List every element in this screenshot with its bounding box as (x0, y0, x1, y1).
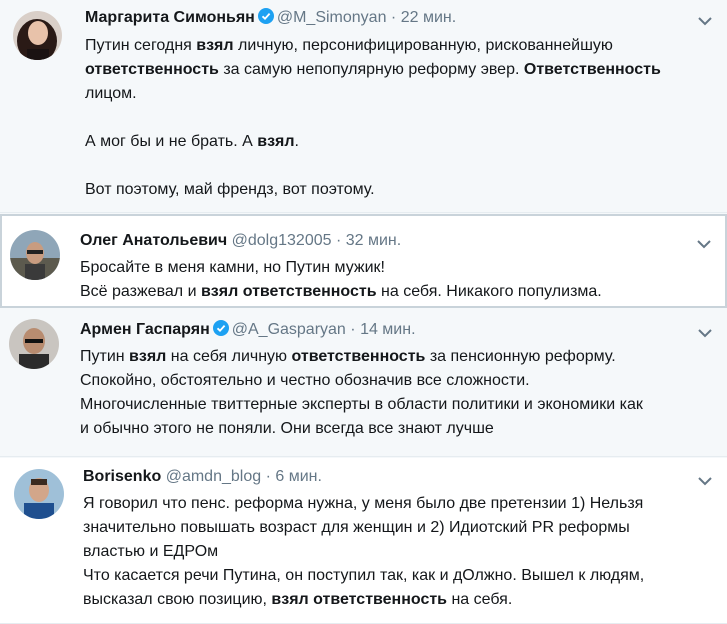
chevron-down-icon[interactable] (697, 326, 713, 338)
text-run: на себя. (447, 591, 513, 608)
avatar[interactable] (13, 11, 62, 60)
avatar[interactable] (10, 230, 60, 280)
tweet-oleg[interactable]: Олег Анатольевич @dolg132005 · 32 мин. Б… (0, 214, 727, 308)
chevron-down-icon[interactable] (697, 14, 713, 26)
bold-text-run: взял ответственность (200, 283, 377, 300)
text-run: Спокойно, обстоятельно и честно обозначи… (80, 372, 530, 389)
tweet-borisenko[interactable]: Borisenko @amdn_blog · 6 мин. Я говорил … (0, 458, 727, 624)
timestamp[interactable]: 14 мин. (360, 321, 415, 338)
tweet-text-line: Путин взял на себя личную ответственност… (80, 345, 643, 369)
tweet-header: Маргарита Симоньян @M_Simonyan · 22 мин. (85, 8, 456, 27)
bold-text-run: ответственность (85, 61, 219, 78)
separator-dot: · (350, 321, 356, 338)
timestamp[interactable]: 32 мин. (346, 232, 401, 249)
text-run: и обычно этого не поняли. Они всегда все… (80, 420, 494, 437)
tweet-text-line: Путин сегодня взял личную, персонифициро… (85, 34, 661, 58)
verified-badge-icon (257, 8, 274, 24)
timestamp[interactable]: 6 мин. (275, 468, 322, 485)
bold-text-run: взял (257, 133, 295, 150)
tweet-text-line: Что касается речи Путина, он поступил та… (83, 564, 644, 588)
bold-text-run: Ответственность (523, 61, 661, 78)
tweet-text: Путин взял на себя личную ответственност… (80, 345, 643, 441)
author-handle[interactable]: @M_Simonyan (277, 9, 387, 26)
separator-dot: · (335, 232, 342, 249)
bold-text-run: взял (129, 348, 167, 365)
author-name[interactable]: Маргарита Симоньян (85, 9, 255, 26)
author-handle[interactable]: @amdn_blog (166, 468, 261, 485)
text-run: лицом. (85, 85, 137, 102)
tweet-text-line: властью и ЕДРОм (83, 540, 644, 564)
text-run: Всё разжевал и (80, 283, 201, 300)
tweet-text-line: высказал свою позицию, взял ответственно… (83, 588, 644, 612)
avatar[interactable] (14, 469, 64, 519)
text-run: Путин сегодня (85, 37, 197, 54)
tweet-text-line: Я говорил что пенс. реформа нужна, у мен… (83, 492, 644, 516)
text-run: Бросайте в меня камни, но Путин мужик! (80, 259, 385, 276)
text-run: на себя. Никакого популизма. (376, 283, 602, 300)
text-run: Вот поэтому, май френдз, вот поэтому. (85, 181, 375, 198)
tweet-simonyan[interactable]: Маргарита Симоньян @M_Simonyan · 22 мин. … (0, 0, 727, 213)
text-run: личную, персонифицированную, рискованней… (233, 37, 613, 54)
text-run: на себя личную (166, 348, 292, 365)
tweet-text-line: ответственность за самую непопулярную ре… (85, 58, 661, 82)
text-run: . (294, 133, 299, 150)
text-run: Многочисленные твиттерные эксперты в обл… (80, 396, 643, 413)
author-handle[interactable]: @A_Gasparyan (232, 321, 346, 338)
tweet-gasparyan[interactable]: Армен Гаспарян @A_Gasparyan · 14 мин. Пут… (0, 310, 727, 457)
tweet-text-line: Всё разжевал и взял ответственность на с… (80, 280, 602, 304)
author-name[interactable]: Армен Гаспарян (80, 321, 210, 338)
avatar[interactable] (9, 319, 59, 369)
tweet-header: Армен Гаспарян @A_Gasparyan · 14 мин. (80, 320, 416, 339)
separator-dot: · (265, 468, 271, 485)
chevron-down-icon[interactable] (696, 237, 712, 249)
timestamp[interactable]: 22 мин. (401, 9, 456, 26)
chevron-down-icon[interactable] (697, 474, 713, 486)
author-handle[interactable]: @dolg132005 (232, 232, 332, 249)
tweet-text-line: значительно повышать возраст для женщин … (83, 516, 644, 540)
text-run: за самую непопулярную реформу эвер. (218, 61, 524, 78)
text-run: А мог бы и не брать. А (85, 133, 258, 150)
tweet-text: Путин сегодня взял личную, персонифициро… (85, 34, 661, 202)
author-name[interactable]: Borisenko (83, 468, 161, 485)
separator-dot: · (390, 9, 397, 26)
text-run: властью и ЕДРОм (83, 543, 219, 560)
tweet-text-line: Вот поэтому, май френдз, вот поэтому. (85, 178, 661, 202)
text-run: Что касается речи Путина, он поступил та… (83, 567, 645, 584)
tweet-text-line: Бросайте в меня камни, но Путин мужик! (80, 256, 602, 280)
text-run: высказал свою позицию, (83, 591, 272, 608)
text-run: за пенсионную реформу. (425, 348, 616, 365)
bold-text-run: ответственность (291, 348, 426, 365)
tweet-text-line: Многочисленные твиттерные эксперты в обл… (80, 393, 643, 417)
tweet-header: Borisenko @amdn_blog · 6 мин. (83, 468, 322, 486)
tweet-text-line: и обычно этого не поняли. Они всегда все… (80, 417, 643, 441)
tweet-text: Бросайте в меня камни, но Путин мужик! Вс… (80, 256, 602, 304)
bold-text-run: взял ответственность (271, 591, 448, 608)
tweet-text-line: А мог бы и не брать. А взял. (85, 130, 661, 154)
verified-badge-icon (212, 320, 229, 336)
tweet-text-line: Спокойно, обстоятельно и честно обозначи… (80, 369, 643, 393)
bold-text-run: взял (196, 37, 234, 54)
text-run: значительно повышать возраст для женщин … (83, 519, 630, 536)
author-name[interactable]: Олег Анатольевич (80, 232, 227, 249)
tweet-text: Я говорил что пенс. реформа нужна, у мен… (83, 492, 644, 612)
text-run: Путин (80, 348, 130, 365)
tweet-text-line: лицом. (85, 82, 661, 106)
tweet-header: Олег Анатольевич @dolg132005 · 32 мин. (80, 232, 401, 250)
text-run: Я говорил что пенс. реформа нужна, у мен… (83, 495, 644, 512)
